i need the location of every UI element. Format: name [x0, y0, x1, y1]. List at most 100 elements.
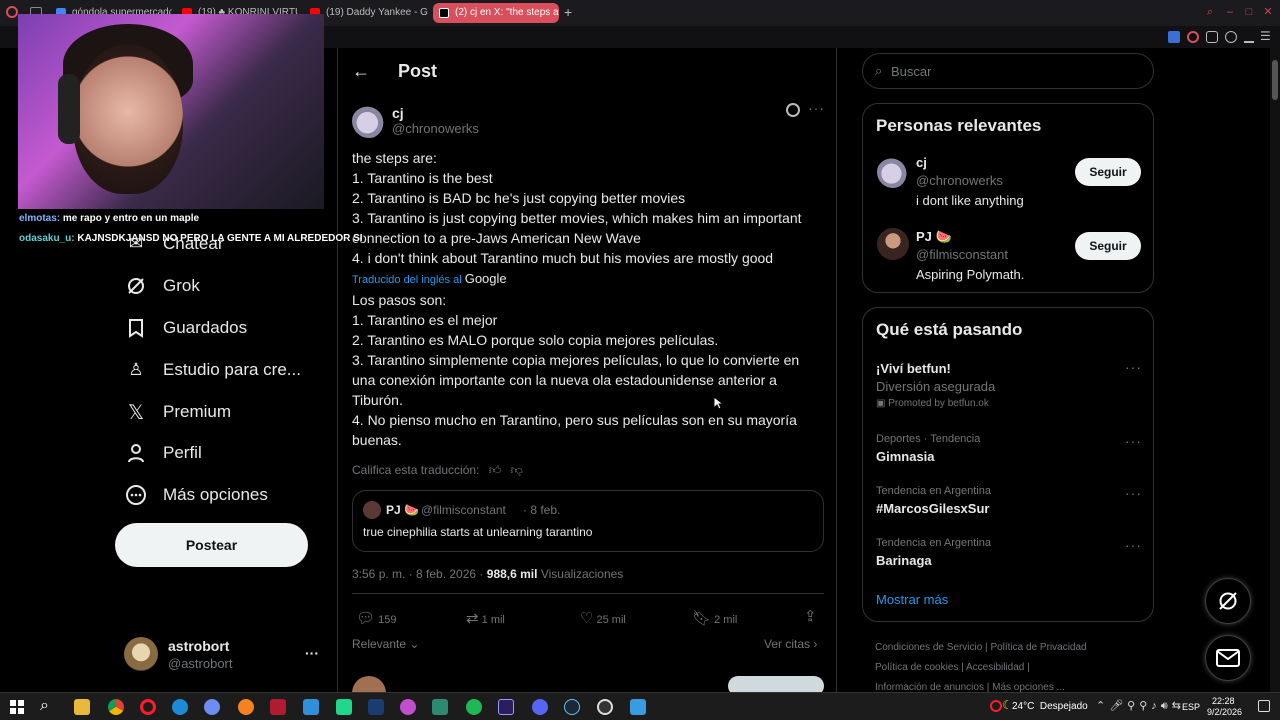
spotify-icon[interactable]: [466, 699, 482, 715]
trend-more-icon[interactable]: ···: [1125, 537, 1142, 553]
nav-item-more[interactable]: Más opciones: [124, 477, 268, 513]
translate-icon[interactable]: [1168, 31, 1180, 43]
clock-date[interactable]: 9/2/2026: [1207, 707, 1242, 717]
trend-item[interactable]: Deportes · Tendencia Gimnasia ···: [876, 433, 1144, 469]
app-icon[interactable]: [303, 699, 319, 715]
nav-item-grok[interactable]: Grok: [124, 268, 200, 304]
search-input[interactable]: ⌕ Buscar: [862, 53, 1154, 89]
repost-button[interactable]: ⇄ 1 mil: [466, 609, 505, 627]
scrollbar[interactable]: [1270, 48, 1280, 692]
tab-label: (2) cj en X: "the steps are:: [455, 7, 559, 18]
sort-dropdown[interactable]: Relevante ⌄: [352, 637, 419, 651]
footer-link[interactable]: Política de Privacidad: [990, 642, 1086, 653]
grok-float-button[interactable]: [1205, 578, 1251, 624]
show-more-link[interactable]: Mostrar más: [876, 592, 948, 607]
browser-menu-icon[interactable]: [6, 6, 18, 18]
account-avatar[interactable]: [124, 637, 158, 671]
relevant-people-title: Personas relevantes: [876, 116, 1042, 135]
app-icon[interactable]: [432, 699, 448, 715]
trend-more-icon[interactable]: ···: [1125, 485, 1142, 501]
view-quotes-link[interactable]: Ver citas ›: [764, 637, 817, 651]
account-handle[interactable]: @astrobort: [168, 656, 233, 671]
account-more-icon[interactable]: ···: [305, 645, 319, 661]
voicemeeter-icon[interactable]: [270, 699, 286, 715]
obs-icon[interactable]: [597, 699, 613, 715]
post-button[interactable]: Postear: [115, 523, 308, 567]
trend-more-icon[interactable]: ···: [1125, 433, 1142, 449]
clock-time[interactable]: 22:28: [1212, 696, 1235, 706]
menu-icon[interactable]: ☰: [1260, 29, 1271, 43]
trend-item[interactable]: Tendencia en Argentina #MarcosGilesxSur …: [876, 485, 1144, 521]
windows-start-icon[interactable]: [10, 700, 24, 714]
trend-item[interactable]: ¡Viví betfun! Diversión asegurada ▣ Prom…: [876, 359, 1144, 413]
nav-item-profile[interactable]: Perfil: [124, 435, 202, 471]
messages-float-button[interactable]: [1205, 635, 1251, 681]
footer-link[interactable]: Accesibilidad: [966, 662, 1024, 673]
author-avatar[interactable]: [352, 104, 386, 138]
close-icon[interactable]: ✕: [1262, 6, 1274, 18]
nav-item-bookmarks[interactable]: Guardados: [124, 310, 247, 346]
trend-item[interactable]: Tendencia en Argentina Barinaga ···: [876, 537, 1144, 573]
scrollbar-thumb[interactable]: [1272, 60, 1278, 100]
trend-name: Gimnasia: [876, 449, 935, 464]
author-name[interactable]: cj: [392, 105, 404, 121]
app-icon[interactable]: [204, 699, 220, 715]
person-name[interactable]: PJ 🍉: [916, 229, 952, 245]
author-handle[interactable]: @chronowerks: [392, 121, 479, 136]
discord-icon[interactable]: [532, 699, 548, 715]
app-icon[interactable]: [400, 699, 416, 715]
pycharm-icon[interactable]: [336, 699, 352, 715]
opera-icon[interactable]: [140, 699, 156, 715]
chevron-down-icon: ⌄: [409, 637, 420, 651]
like-button[interactable]: ♡ 25 mil: [580, 609, 626, 627]
blender-icon[interactable]: [238, 699, 254, 715]
new-tab-button[interactable]: +: [564, 4, 572, 20]
notifications-icon[interactable]: [1258, 700, 1270, 712]
back-arrow-icon[interactable]: ←: [352, 61, 370, 82]
translation-credit[interactable]: Traducido del inglés al Google: [352, 271, 507, 286]
quoted-post[interactable]: PJ 🍉 @filmisconstant · 8 feb. true cinep…: [352, 490, 824, 552]
extension-icon[interactable]: [1225, 31, 1237, 43]
keyboard-language[interactable]: ESP: [1182, 702, 1200, 712]
person-name[interactable]: cj: [916, 155, 927, 170]
download-icon[interactable]: [1244, 31, 1254, 43]
extension-icon[interactable]: [1187, 31, 1199, 43]
account-name[interactable]: astrobort: [168, 638, 229, 654]
person-avatar[interactable]: [877, 156, 909, 188]
share-icon[interactable]: ⇪: [804, 607, 817, 625]
nav-item-chat[interactable]: ✉︎ Chatear: [124, 226, 224, 262]
chrome-icon[interactable]: [108, 699, 124, 715]
extension-icon[interactable]: [1206, 31, 1218, 43]
tray-icons[interactable]: ⌃🎤︎⚲⚲♪🔊︎⇆: [1096, 699, 1185, 713]
app-icon[interactable]: [630, 699, 646, 715]
nav-item-premium[interactable]: 𝕏 Premium: [124, 394, 231, 430]
vegas-icon[interactable]: [368, 699, 384, 715]
more-options-icon[interactable]: ···: [808, 100, 825, 116]
thumbs-up-icon[interactable]: 👍︎: [489, 463, 502, 477]
file-explorer-icon[interactable]: [74, 699, 90, 715]
person-handle[interactable]: @chronowerks: [916, 173, 1003, 188]
search-icon[interactable]: ⌕: [40, 697, 49, 715]
footer-link[interactable]: Condiciones de Servicio: [875, 642, 982, 653]
person-avatar[interactable]: [877, 228, 909, 260]
minimize-icon[interactable]: –: [1224, 6, 1236, 18]
reply-button[interactable]: 💬︎ 159: [356, 609, 396, 627]
person-handle[interactable]: @filmisconstant: [916, 247, 1008, 262]
edge-icon[interactable]: [172, 699, 188, 715]
nav-item-studio[interactable]: ♙ Estudio para cre...: [124, 352, 301, 388]
weather-text[interactable]: 24°C Despejado: [1012, 701, 1088, 712]
grok-icon[interactable]: [786, 103, 800, 117]
thumbs-down-icon[interactable]: 👎︎: [511, 463, 523, 477]
follow-button[interactable]: Seguir: [1075, 232, 1141, 260]
footer-link[interactable]: Política de cookies: [875, 662, 958, 673]
search-tabs-icon[interactable]: ⌕: [1204, 6, 1216, 18]
tray-opera-icon[interactable]: [990, 700, 1002, 712]
maximize-icon[interactable]: □: [1243, 6, 1255, 18]
trend-more-icon[interactable]: ···: [1125, 359, 1142, 375]
steam-icon[interactable]: [564, 699, 580, 715]
bookmark-button[interactable]: 🔖︎ 2 mil: [692, 609, 737, 627]
browser-tab-active[interactable]: (2) cj en X: "the steps are:: [433, 3, 559, 23]
post-timestamp[interactable]: 3:56 p. m. · 8 feb. 2026 ·: [352, 567, 483, 581]
follow-button[interactable]: Seguir: [1075, 158, 1141, 186]
after-effects-icon[interactable]: [498, 699, 514, 715]
